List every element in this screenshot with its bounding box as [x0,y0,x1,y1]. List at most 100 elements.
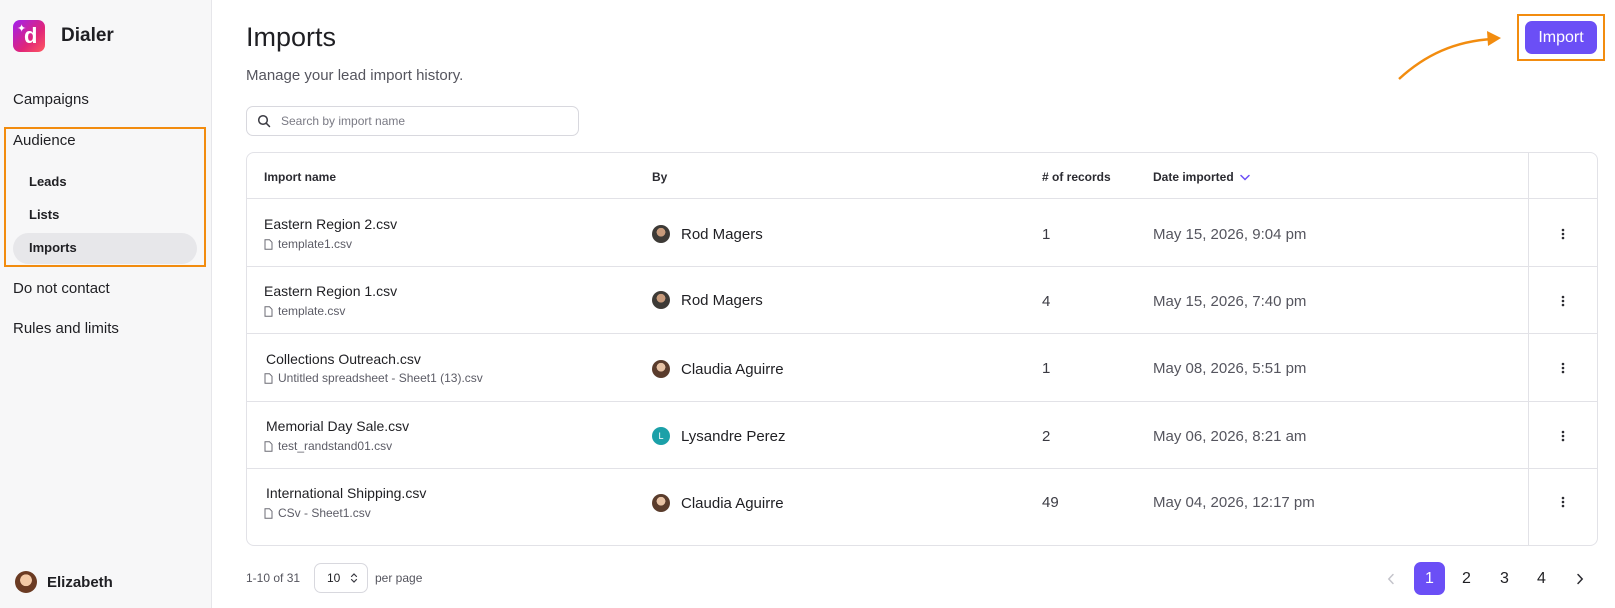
imported-by: Rod Magers [652,225,763,243]
file-icon [264,507,273,519]
sidebar: ✦ d Dialer Campaigns Audience Leads Lists… [0,0,212,608]
sidebar-item-do-not-contact[interactable]: Do not contact [13,280,110,297]
row-more-menu-icon[interactable] [1551,490,1575,514]
file-icon [264,305,273,317]
record-count: 2 [1042,428,1051,445]
column-header-label: # of records [1042,170,1111,184]
pagination-range: 1-10 of 31 [246,571,301,585]
avatar [652,494,670,512]
page-button-2[interactable]: 2 [1451,562,1482,595]
column-header-label: By [652,170,668,184]
table-row[interactable]: Eastern Region 1.csv template.csv Rod Ma… [247,267,1597,337]
date-imported: May 15, 2026, 9:04 pm [1153,226,1307,243]
source-file-name: Untitled spreadsheet - Sheet1 (13).csv [278,371,483,385]
column-header-label: Date imported [1153,170,1234,184]
page-subtitle: Manage your lead import history. [246,67,464,84]
sort-chevron-down-icon[interactable] [1239,174,1250,181]
source-file-name: template1.csv [278,237,353,251]
table-row[interactable]: Collections Outreach.csv Untitled spread… [247,334,1597,404]
source-file: test_randstand01.csv [264,439,392,453]
page-button-3[interactable]: 3 [1489,562,1520,595]
column-header-by[interactable]: By [652,170,667,184]
import-button[interactable]: Import [1525,21,1597,54]
source-file-name: template.csv [278,304,346,318]
per-page-value: 10 [327,571,341,585]
sidebar-item-rules-and-limits[interactable]: Rules and limits [13,320,119,337]
imported-by-name: Claudia Aguirre [681,494,784,512]
table-row[interactable]: Eastern Region 2.csv template1.csv Rod M… [247,199,1597,269]
sidebar-item-imports[interactable]: Imports [29,240,77,255]
imported-by: Claudia Aguirre [652,360,784,378]
column-header-date-imported[interactable]: Date imported [1153,170,1250,184]
source-file-name: test_randstand01.csv [278,439,393,453]
row-more-menu-icon[interactable] [1551,289,1575,313]
imports-table: Import name By # of records Date importe… [246,152,1598,546]
sidebar-item-campaigns[interactable]: Campaigns [13,91,89,108]
chevron-left-icon [1387,573,1394,584]
date-imported: May 08, 2026, 5:51 pm [1153,360,1307,377]
app-root: ✦ d Dialer Campaigns Audience Leads Lists… [0,0,1615,608]
import-name[interactable]: International Shipping.csv [266,485,426,501]
table-row[interactable]: Memorial Day Sale.csv test_randstand01.c… [247,402,1597,472]
per-page-label: per page [375,571,423,585]
next-page-button[interactable] [1564,562,1595,595]
column-header-label: Import name [264,170,337,184]
import-name[interactable]: Eastern Region 1.csv [264,283,397,299]
search-box[interactable] [246,106,579,136]
file-icon [264,372,273,384]
avatar [15,571,37,593]
user-name: Elizabeth [47,573,113,591]
brand[interactable]: ✦ d Dialer [13,20,114,52]
row-more-menu-icon[interactable] [1551,222,1575,246]
column-header-records[interactable]: # of records [1042,170,1111,184]
avatar [652,291,670,309]
source-file: template1.csv [264,237,352,251]
imported-by-name: Lysandre Perez [681,427,786,445]
date-imported: May 04, 2026, 12:17 pm [1153,494,1315,511]
avatar [652,225,670,243]
imported-by: L Lysandre Perez [652,427,786,445]
sidebar-item-audience[interactable]: Audience [13,132,76,149]
search-input[interactable] [281,114,561,128]
annotation-arrow-icon [1398,31,1501,80]
imported-by-name: Rod Magers [681,225,763,243]
avatar [652,360,670,378]
avatar: L [652,427,670,445]
record-count: 49 [1042,494,1059,511]
row-more-menu-icon[interactable] [1551,356,1575,380]
user-menu[interactable]: Elizabeth [15,571,113,593]
file-icon [264,440,273,452]
page-title: Imports [246,22,337,52]
imported-by: Rod Magers [652,291,763,309]
row-more-menu-icon[interactable] [1551,424,1575,448]
imported-by-name: Claudia Aguirre [681,360,784,378]
search-icon [257,114,271,128]
column-header-import-name[interactable]: Import name [264,170,336,184]
record-count: 4 [1042,293,1051,310]
prev-page-button[interactable] [1375,562,1406,595]
source-file: CSv - Sheet1.csv [264,506,371,520]
page-button-1[interactable]: 1 [1414,562,1445,595]
import-name[interactable]: Eastern Region 2.csv [264,216,397,232]
source-file: template.csv [264,304,345,318]
record-count: 1 [1042,360,1051,377]
file-icon [264,238,273,250]
import-name[interactable]: Collections Outreach.csv [266,351,421,367]
source-file-name: CSv - Sheet1.csv [278,506,371,520]
sidebar-item-leads[interactable]: Leads [29,174,67,189]
dialer-logo-icon: ✦ d [13,20,45,52]
chevron-right-icon [1576,573,1583,584]
import-name[interactable]: Memorial Day Sale.csv [266,418,409,434]
record-count: 1 [1042,226,1051,243]
source-file: Untitled spreadsheet - Sheet1 (13).csv [264,371,483,385]
page-button-4[interactable]: 4 [1526,562,1557,595]
chevron-up-down-icon [350,573,358,583]
sidebar-item-lists[interactable]: Lists [29,207,59,222]
imported-by-name: Rod Magers [681,291,763,309]
app-name: Dialer [61,25,114,46]
date-imported: May 06, 2026, 8:21 am [1153,428,1307,445]
imported-by: Claudia Aguirre [652,494,784,512]
table-row[interactable]: International Shipping.csv CSv - Sheet1.… [247,469,1597,539]
per-page-select[interactable]: 10 [314,563,368,593]
date-imported: May 15, 2026, 7:40 pm [1153,293,1307,310]
